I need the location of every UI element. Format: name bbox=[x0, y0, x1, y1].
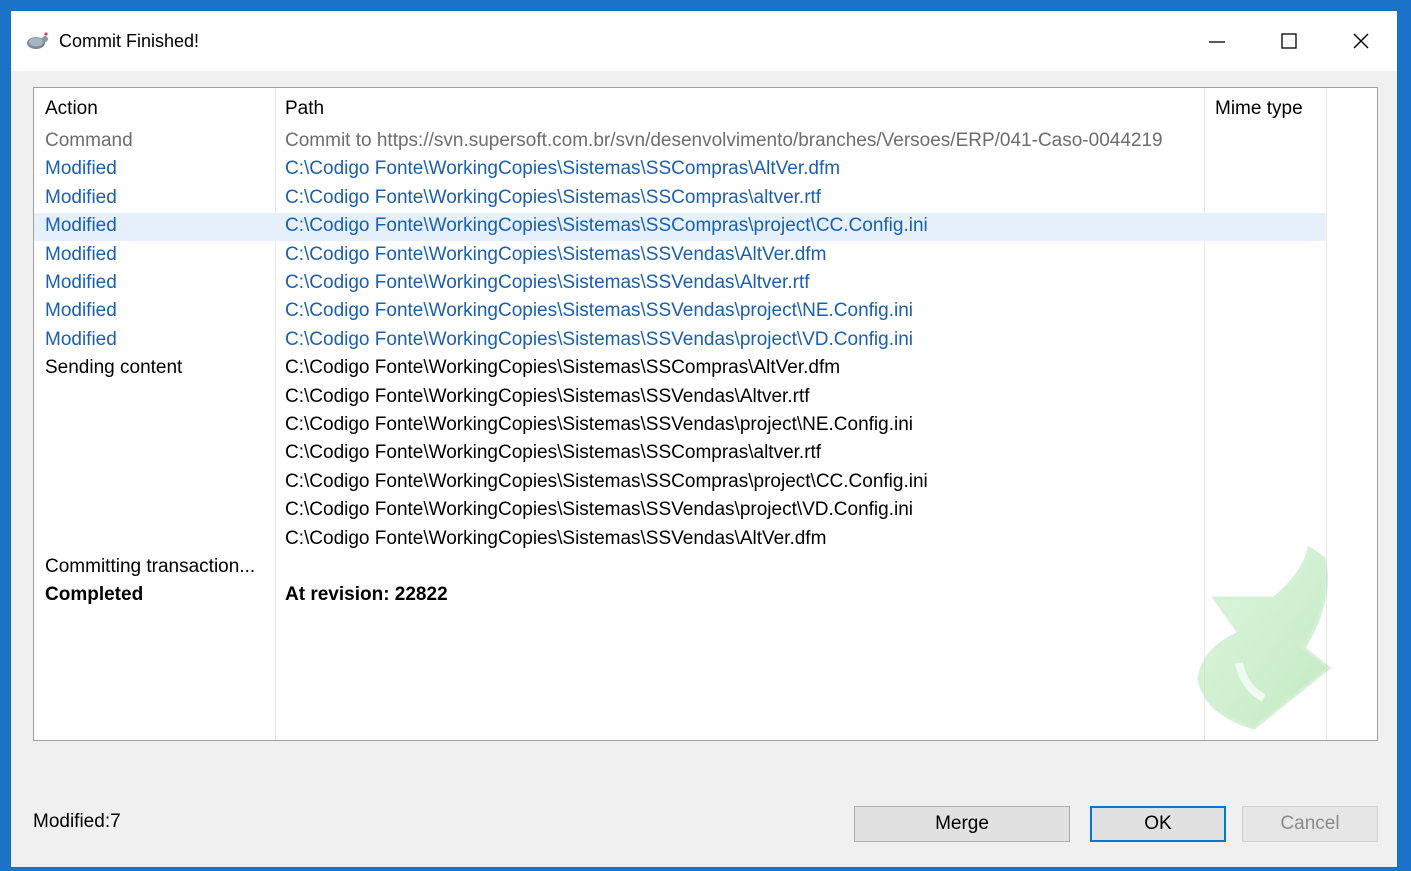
table-row[interactable]: Command Commit to https://svn.supersoft.c… bbox=[34, 128, 1326, 156]
row-path: C:\Codigo Fonte\WorkingCopies\Sistemas\S… bbox=[285, 470, 928, 492]
table-row[interactable]: Modified C:\Codigo Fonte\WorkingCopies\Si… bbox=[34, 156, 1326, 184]
column-header-mime-type[interactable]: Mime type bbox=[1215, 98, 1303, 120]
table-row[interactable]: C:\Codigo Fonte\WorkingCopies\Sistemas\S… bbox=[34, 384, 1326, 412]
row-path: C:\Codigo Fonte\WorkingCopies\Sistemas\S… bbox=[285, 499, 914, 521]
table-row[interactable]: C:\Codigo Fonte\WorkingCopies\Sistemas\S… bbox=[34, 412, 1326, 440]
row-action: Modified bbox=[45, 272, 117, 293]
row-action: Modified bbox=[45, 243, 117, 265]
commit-dialog: Commit Finished! Action Path Mime type C… bbox=[10, 10, 1398, 868]
row-action: Modified bbox=[45, 186, 117, 208]
row-path: C:\Codigo Fonte\WorkingCopies\Sistemas\S… bbox=[285, 215, 928, 237]
title-bar[interactable]: Commit Finished! bbox=[11, 11, 1397, 71]
row-path: Commit to https://svn.supersoft.com.br/s… bbox=[285, 130, 1163, 151]
success-arrow-icon bbox=[1197, 545, 1332, 730]
close-button[interactable] bbox=[1325, 11, 1397, 71]
table-row[interactable]: Modified C:\Codigo Fonte\WorkingCopies\Si… bbox=[34, 298, 1326, 326]
column-header-action[interactable]: Action bbox=[45, 98, 98, 120]
table-row[interactable]: Modified C:\Codigo Fonte\WorkingCopies\Si… bbox=[34, 327, 1326, 355]
table-row[interactable]: C:\Codigo Fonte\WorkingCopies\Sistemas\S… bbox=[34, 497, 1326, 525]
maximize-icon bbox=[1281, 33, 1297, 49]
row-action: Modified bbox=[45, 215, 117, 237]
row-path: C:\Codigo Fonte\WorkingCopies\Sistemas\S… bbox=[285, 243, 827, 265]
minimize-button[interactable] bbox=[1181, 11, 1253, 71]
table-row[interactable]: Modified C:\Codigo Fonte\WorkingCopies\Si… bbox=[34, 270, 1326, 298]
row-path: C:\Codigo Fonte\WorkingCopies\Sistemas\S… bbox=[285, 158, 841, 180]
column-header-path[interactable]: Path bbox=[285, 98, 324, 120]
row-action: Committing transaction... bbox=[45, 556, 256, 577]
row-path: C:\Codigo Fonte\WorkingCopies\Sistemas\S… bbox=[285, 414, 914, 435]
row-action: Modified bbox=[45, 158, 117, 180]
row-action: Completed bbox=[45, 584, 144, 606]
status-text: Modified:7 bbox=[33, 811, 121, 832]
table-row[interactable]: C:\Codigo Fonte\WorkingCopies\Sistemas\S… bbox=[34, 526, 1326, 554]
row-path: C:\Codigo Fonte\WorkingCopies\Sistemas\S… bbox=[285, 272, 810, 293]
row-path: C:\Codigo Fonte\WorkingCopies\Sistemas\S… bbox=[285, 527, 827, 549]
row-action: Modified bbox=[45, 328, 117, 350]
row-path: C:\Codigo Fonte\WorkingCopies\Sistemas\S… bbox=[285, 328, 914, 350]
row-path: C:\Codigo Fonte\WorkingCopies\Sistemas\S… bbox=[285, 186, 822, 208]
table-row[interactable]: Committing transaction... bbox=[34, 554, 1326, 582]
minimize-icon bbox=[1209, 41, 1225, 43]
row-action: Modified bbox=[45, 300, 117, 322]
window-title: Commit Finished! bbox=[59, 31, 200, 51]
table-row[interactable]: C:\Codigo Fonte\WorkingCopies\Sistemas\S… bbox=[34, 440, 1326, 468]
tortoise-svn-icon bbox=[27, 32, 48, 49]
close-icon bbox=[1353, 33, 1369, 49]
row-action: Sending content bbox=[45, 357, 183, 379]
table-row[interactable]: Completed At revision: 22822 bbox=[34, 582, 1326, 610]
maximize-button[interactable] bbox=[1253, 11, 1325, 71]
table-row[interactable]: Modified C:\Codigo Fonte\WorkingCopies\Si… bbox=[34, 242, 1326, 270]
ok-button[interactable]: OK bbox=[1090, 806, 1226, 842]
table-row[interactable]: Modified C:\Codigo Fonte\WorkingCopies\Si… bbox=[34, 185, 1326, 213]
merge-button[interactable]: Merge bbox=[854, 806, 1070, 842]
table-row[interactable]: Sending content C:\Codigo Fonte\WorkingCo… bbox=[34, 355, 1326, 383]
cancel-button[interactable]: Cancel bbox=[1242, 806, 1378, 842]
row-path: C:\Codigo Fonte\WorkingCopies\Sistemas\S… bbox=[285, 300, 914, 322]
row-action: Command bbox=[45, 130, 133, 151]
row-path: C:\Codigo Fonte\WorkingCopies\Sistemas\S… bbox=[285, 357, 841, 379]
row-path: At revision: 22822 bbox=[285, 584, 448, 606]
table-row[interactable]: C:\Codigo Fonte\WorkingCopies\Sistemas\S… bbox=[34, 469, 1326, 497]
row-path: C:\Codigo Fonte\WorkingCopies\Sistemas\S… bbox=[285, 385, 810, 407]
table-row[interactable]: Modified C:\Codigo Fonte\WorkingCopies\Si… bbox=[34, 213, 1326, 242]
row-path: C:\Codigo Fonte\WorkingCopies\Sistemas\S… bbox=[285, 442, 822, 464]
commit-log-list[interactable]: Action Path Mime type Command Commit to h… bbox=[33, 87, 1378, 741]
